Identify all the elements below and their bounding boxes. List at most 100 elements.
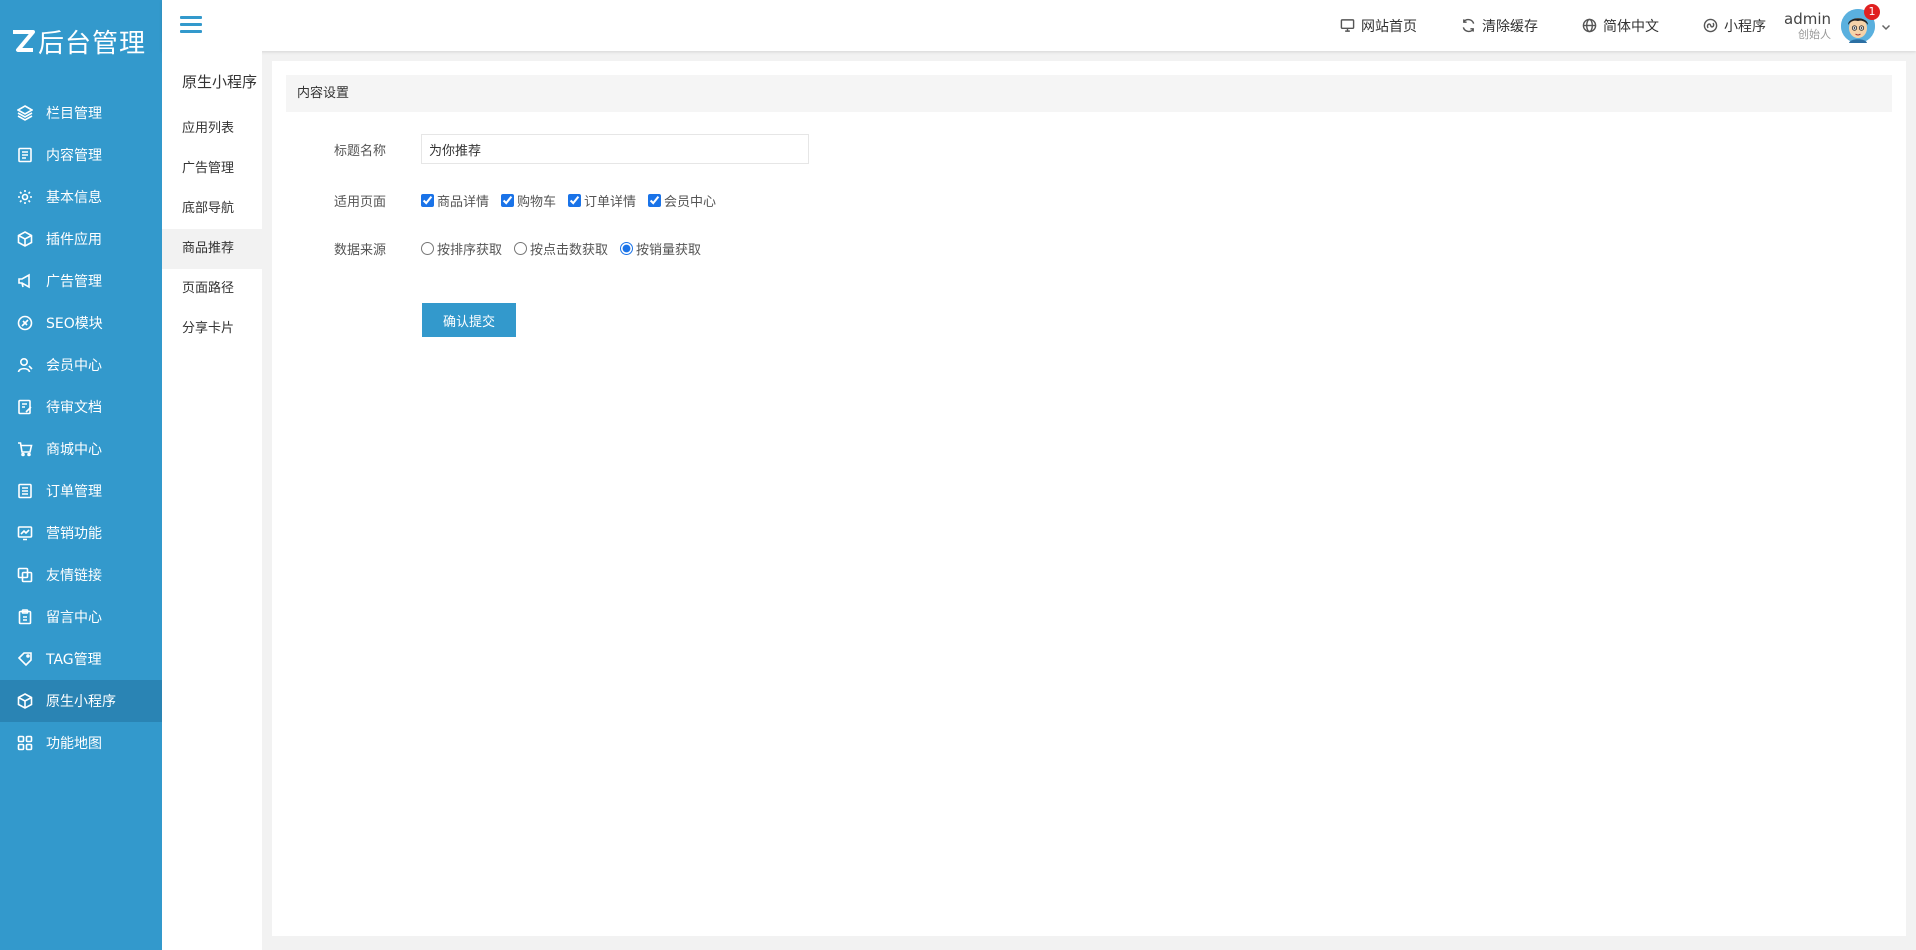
gear-icon — [16, 188, 34, 206]
subnav-item-app-list[interactable]: 应用列表 — [162, 109, 262, 149]
notification-badge: 1 — [1864, 4, 1880, 20]
radio[interactable] — [620, 242, 634, 255]
list-icon — [16, 482, 34, 500]
link-icon — [16, 566, 34, 584]
page-option-cart[interactable]: 购物车 — [501, 191, 556, 210]
section-title: 内容设置 — [286, 75, 1892, 112]
subnav-item-product-recommend[interactable]: 商品推荐 — [162, 229, 262, 269]
sidebar-item-label: 商城中心 — [46, 442, 102, 458]
top-header: 网站首页 清除缓存 简体中文 小程序 admin 创始人 1 — [162, 0, 1916, 51]
cart-icon — [16, 440, 34, 458]
source-control: 按排序获取 按点击数获取 按销量获取 — [421, 239, 713, 258]
sidebar-item-member-center[interactable]: 会员中心 — [0, 344, 162, 386]
title-input[interactable] — [421, 134, 809, 164]
sidebar-item-label: 会员中心 — [46, 358, 102, 374]
sidebar-item-label: 内容管理 — [46, 148, 102, 164]
sidebar-item-column-management[interactable]: 栏目管理 — [0, 92, 162, 134]
user-role: 创始人 — [1798, 27, 1831, 41]
sidebar-item-label: TAG管理 — [46, 652, 102, 668]
page-option-order-detail[interactable]: 订单详情 — [568, 191, 636, 210]
sidebar-item-label: 友情链接 — [46, 568, 102, 584]
sidebar-item-friend-links[interactable]: 友情链接 — [0, 554, 162, 596]
website-home-label: 网站首页 — [1361, 18, 1417, 35]
radio[interactable] — [514, 242, 528, 255]
sidebar-item-pending-docs[interactable]: 待审文档 — [0, 386, 162, 428]
sidebar-item-label: 营销功能 — [46, 526, 102, 542]
avatar[interactable]: 1 — [1841, 4, 1880, 43]
chart-icon — [16, 524, 34, 542]
main-sidebar: 后台管理 栏目管理 内容管理 基本信息 插件应用 广告管理 SEO模块 会员中心… — [0, 0, 162, 950]
megaphone-icon — [16, 272, 34, 290]
source-row: 数据来源 按排序获取 按点击数获取 按销量获取 — [272, 239, 713, 258]
sidebar-item-seo[interactable]: SEO模块 — [0, 302, 162, 344]
sidebar-item-order-management[interactable]: 订单管理 — [0, 470, 162, 512]
user-menu[interactable]: admin 创始人 1 — [1784, 4, 1891, 46]
sidebar-item-message-center[interactable]: 留言中心 — [0, 596, 162, 638]
sidebar-item-plugins[interactable]: 插件应用 — [0, 218, 162, 260]
clipboard-icon — [16, 608, 34, 626]
secondary-sidebar: 原生小程序 应用列表 广告管理 底部导航 商品推荐 页面路径 分享卡片 — [162, 51, 262, 950]
sidebar-item-label: 基本信息 — [46, 190, 102, 206]
sidebar-item-marketing[interactable]: 营销功能 — [0, 512, 162, 554]
radio[interactable] — [421, 242, 434, 255]
option-label: 按销量获取 — [636, 243, 702, 258]
source-option-by-clicks[interactable]: 按点击数获取 — [514, 239, 608, 258]
submit-button[interactable]: 确认提交 — [422, 303, 516, 337]
sidebar-item-native-miniprogram[interactable]: 原生小程序 — [0, 680, 162, 722]
cube-icon — [16, 692, 34, 710]
seo-icon — [16, 314, 34, 332]
checkbox[interactable] — [501, 194, 515, 207]
sidebar-item-ad-management[interactable]: 广告管理 — [0, 260, 162, 302]
document-icon — [16, 146, 34, 164]
monitor-icon — [1340, 19, 1355, 32]
edit-doc-icon — [16, 398, 34, 416]
subnav-item-ad-management[interactable]: 广告管理 — [162, 149, 262, 189]
sidebar-item-tag-management[interactable]: TAG管理 — [0, 638, 162, 680]
title-label: 标题名称 — [333, 143, 386, 159]
checkbox[interactable] — [568, 194, 582, 207]
sidebar-item-function-map[interactable]: 功能地图 — [0, 722, 162, 764]
language-link[interactable]: 简体中文 — [1582, 16, 1659, 36]
sidebar-item-content-management[interactable]: 内容管理 — [0, 134, 162, 176]
refresh-icon — [1462, 18, 1475, 33]
option-label: 商品详情 — [437, 195, 490, 210]
source-option-by-sales[interactable]: 按销量获取 — [620, 239, 701, 258]
tag-icon — [16, 650, 34, 668]
sidebar-item-label: SEO模块 — [46, 316, 103, 332]
checkbox[interactable] — [421, 194, 434, 207]
sidebar-item-label: 插件应用 — [46, 232, 102, 248]
pages-label: 适用页面 — [333, 195, 386, 210]
sidebar-item-label: 栏目管理 — [46, 106, 102, 122]
title-row: 标题名称 — [272, 134, 809, 164]
page-option-product-detail[interactable]: 商品详情 — [421, 191, 489, 210]
title-control — [421, 134, 809, 164]
subnav-title: 原生小程序 — [182, 73, 258, 91]
option-label: 会员中心 — [664, 195, 717, 210]
option-label: 按排序获取 — [437, 243, 503, 258]
miniprogram-link[interactable]: 小程序 — [1703, 16, 1766, 36]
checkbox[interactable] — [648, 194, 662, 207]
sidebar-item-basic-info[interactable]: 基本信息 — [0, 176, 162, 218]
cube-icon — [16, 230, 34, 248]
clear-cache-link[interactable]: 清除缓存 — [1461, 16, 1538, 36]
user-name: admin — [1784, 9, 1831, 28]
logo-text: 后台管理 — [38, 28, 147, 59]
website-home-link[interactable]: 网站首页 — [1340, 16, 1417, 36]
user-icon — [16, 356, 34, 374]
sidebar-item-shop-center[interactable]: 商城中心 — [0, 428, 162, 470]
source-option-by-sort[interactable]: 按排序获取 — [421, 239, 502, 258]
logo[interactable]: 后台管理 — [0, 0, 162, 82]
clear-cache-label: 清除缓存 — [1482, 18, 1538, 35]
menu-toggle-icon[interactable] — [180, 16, 202, 34]
sidebar-item-label: 广告管理 — [46, 274, 102, 290]
sidebar-item-label: 功能地图 — [46, 736, 102, 752]
page-option-member-center[interactable]: 会员中心 — [648, 191, 716, 210]
subnav-item-bottom-nav[interactable]: 底部导航 — [162, 189, 262, 229]
pages-control: 商品详情 购物车 订单详情 会员中心 — [421, 191, 728, 210]
subnav-item-page-path[interactable]: 页面路径 — [162, 269, 262, 309]
language-label: 简体中文 — [1603, 18, 1659, 35]
header-links: 网站首页 清除缓存 简体中文 小程序 — [1296, 0, 1766, 51]
globe-icon — [1582, 18, 1597, 33]
subnav-item-share-card[interactable]: 分享卡片 — [162, 309, 262, 349]
sidebar-item-label: 待审文档 — [46, 400, 102, 416]
